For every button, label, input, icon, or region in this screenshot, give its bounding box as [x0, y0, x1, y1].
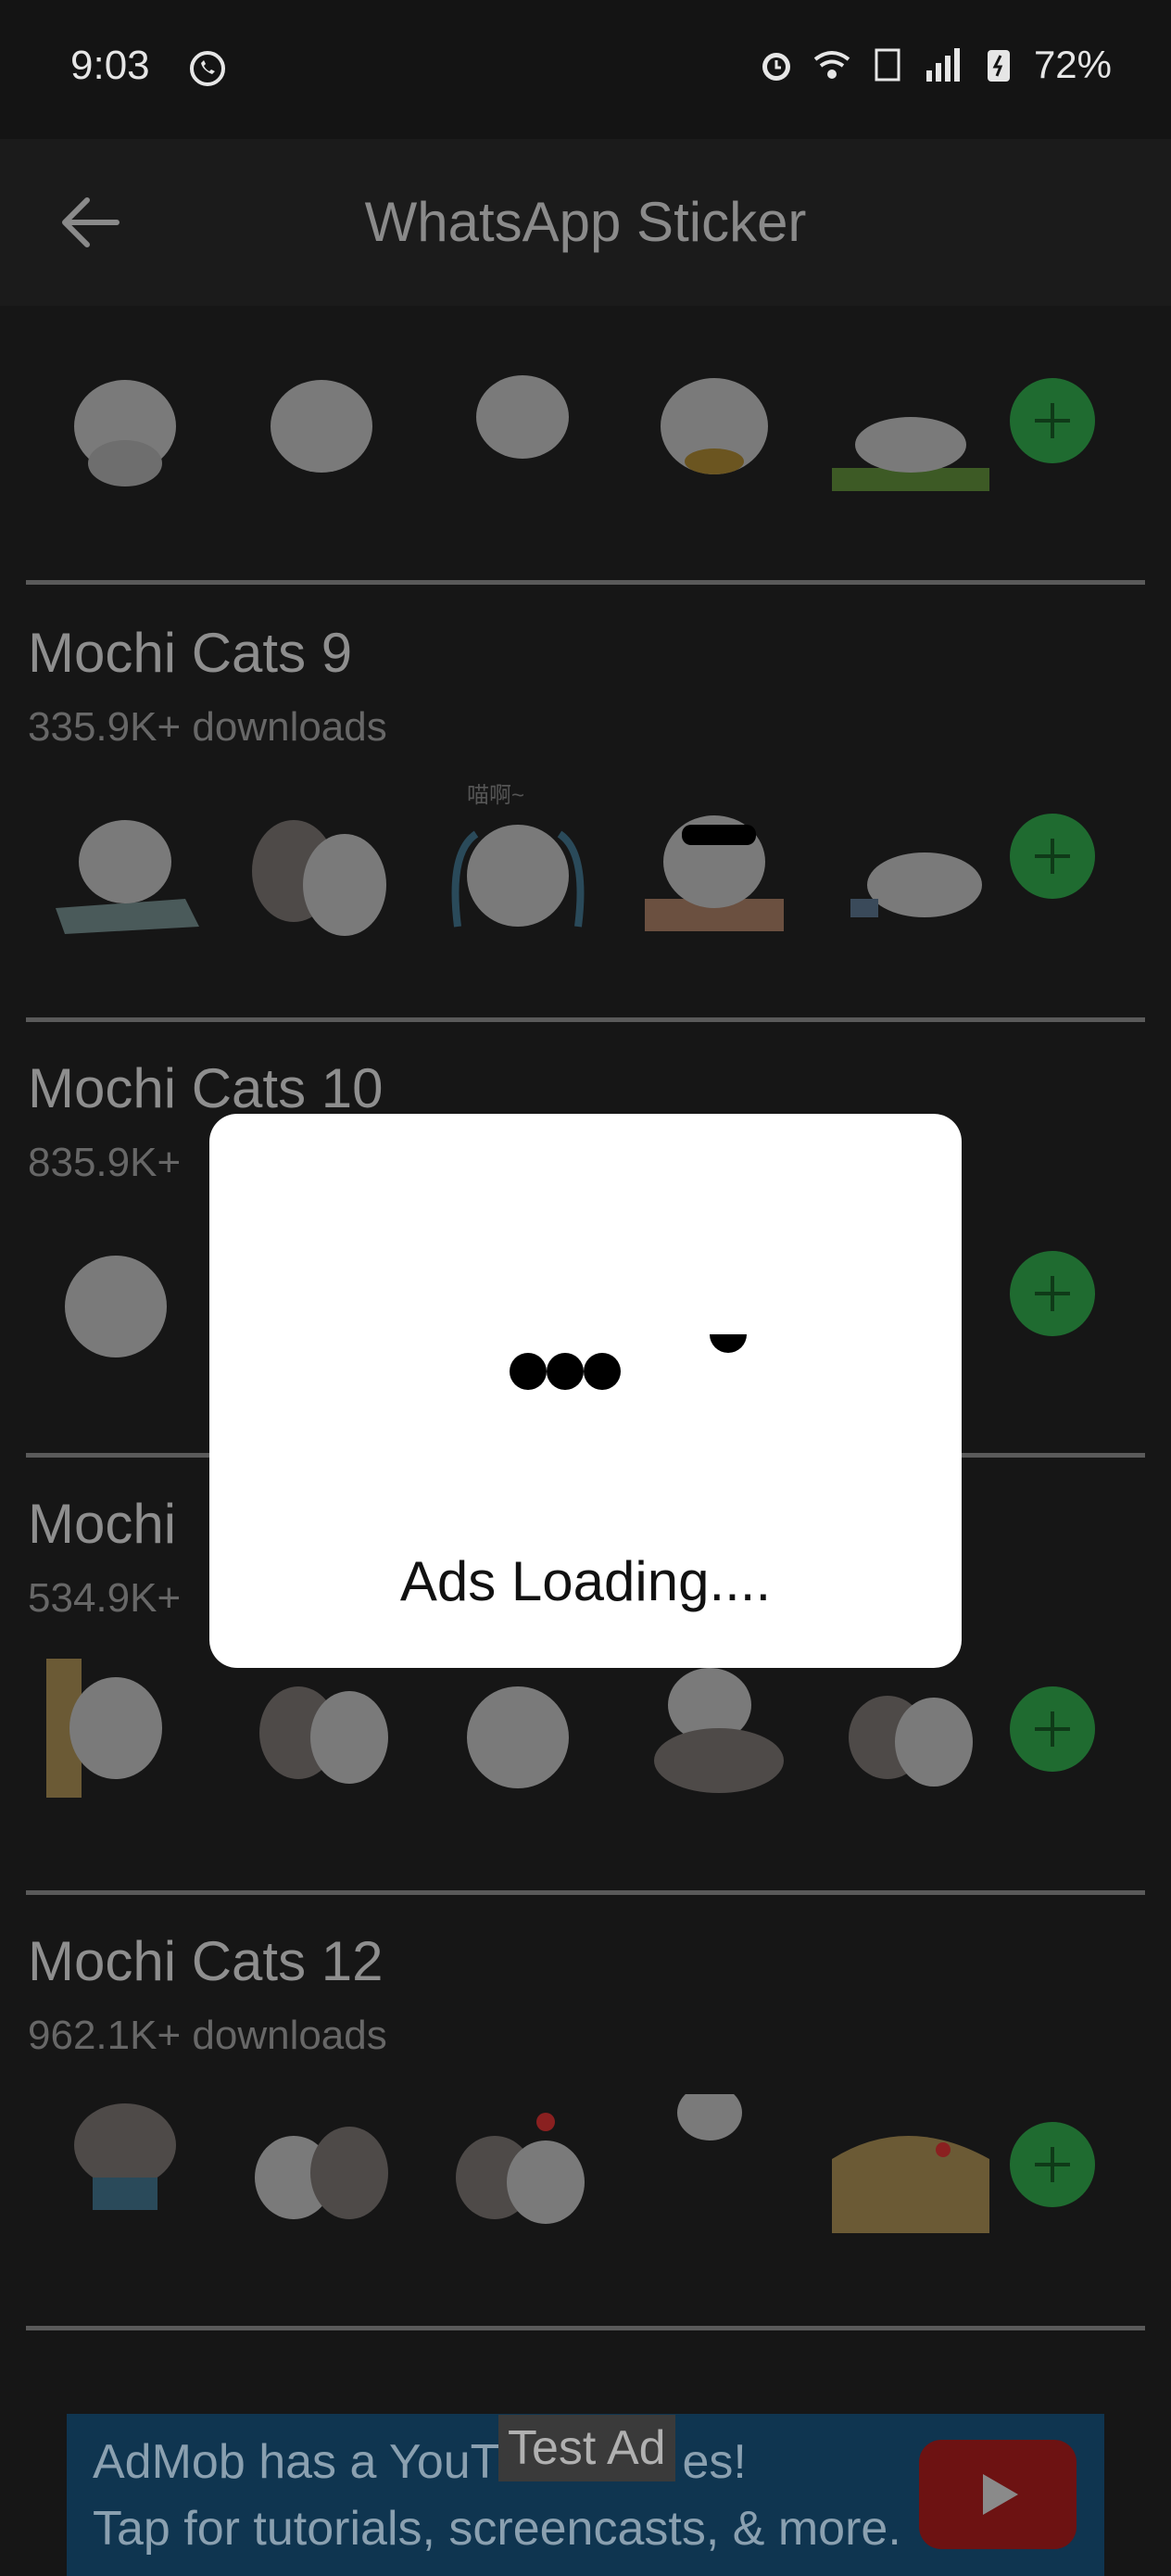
sticker-image: 喵啊~: [439, 783, 597, 936]
sticker-image: [46, 352, 204, 491]
plus-icon: [1035, 1711, 1070, 1747]
signal-icon: [925, 48, 960, 82]
battery-percent: 72%: [1033, 43, 1112, 86]
pack-downloads: 835.9K+: [28, 1140, 182, 1185]
add-pack-button[interactable]: [1010, 1686, 1095, 1772]
sticker-image: [832, 2094, 989, 2233]
wifi-icon: [813, 51, 850, 79]
pack-title: Mochi Cats 9: [28, 622, 353, 684]
add-pack-button[interactable]: [1010, 378, 1095, 463]
sticker-image: [636, 352, 793, 491]
sticker-image: [243, 1659, 400, 1798]
plus-icon: [1035, 1276, 1070, 1311]
sticker-caption: 喵啊~: [467, 783, 525, 808]
sticker-image: [243, 2094, 400, 2233]
sticker-image: [636, 797, 793, 936]
sticker-image: [636, 2085, 793, 2233]
battery-icon: [987, 50, 1010, 82]
sticker-image: [46, 797, 204, 936]
sticker-row: [46, 1232, 204, 1371]
sticker-image: [46, 1659, 204, 1807]
sticker-row: [46, 352, 989, 491]
sticker-image: [636, 1659, 793, 1798]
alarm-icon: [762, 53, 790, 81]
pack-title: Mochi Cats 10: [28, 1057, 384, 1119]
whatsapp-icon: [190, 51, 225, 86]
add-pack-button[interactable]: [1010, 814, 1095, 899]
add-pack-button[interactable]: [1010, 2122, 1095, 2207]
status-time: 9:03: [70, 43, 150, 88]
sticker-image: [832, 352, 989, 491]
status-bar: 9:03 72%: [0, 0, 1171, 139]
youtube-play-button[interactable]: [919, 2440, 1077, 2549]
sticker-image: [243, 352, 400, 491]
sticker-image: [832, 797, 989, 936]
sticker-image: [832, 1659, 989, 1798]
play-icon: [983, 2474, 1018, 2515]
sticker-image: [46, 1232, 204, 1371]
sticker-image: [439, 352, 597, 491]
divider: [26, 1017, 1145, 1022]
plus-icon: [1035, 403, 1070, 438]
sticker-row: 喵啊~: [46, 783, 989, 936]
divider: [26, 2326, 1145, 2330]
sticker-row: [46, 2085, 989, 2233]
plus-icon: [1035, 2147, 1070, 2182]
sticker-image: [46, 2094, 204, 2233]
add-pack-button[interactable]: [1010, 1251, 1095, 1336]
pack-title: Mochi: [28, 1493, 177, 1555]
plus-icon: [1035, 839, 1070, 874]
ads-loading-text: Ads Loading....: [399, 1550, 772, 1612]
pack-downloads: 962.1K+ downloads: [28, 2013, 387, 2058]
ad-description: Tap for tutorials, screencasts, & more.: [93, 2502, 901, 2556]
page-title: WhatsApp Sticker: [364, 191, 807, 253]
pack-downloads: 534.9K+: [28, 1575, 182, 1621]
sticker-image: [439, 1659, 597, 1798]
pack-downloads: 335.9K+ downloads: [28, 704, 387, 750]
loading-dots-icon: [510, 1334, 747, 1390]
sticker-row: [46, 1659, 989, 1807]
volte-icon: [875, 48, 900, 82]
sticker-image: [439, 2094, 597, 2233]
divider: [26, 580, 1145, 585]
sticker-image: [243, 797, 400, 936]
status-icons: 72%: [756, 43, 1112, 87]
ads-loading-dialog: Ads Loading....: [209, 1114, 962, 1668]
pack-title: Mochi Cats 12: [28, 1930, 384, 1992]
divider: [26, 1890, 1145, 1895]
test-ad-label: Test Ad: [498, 2415, 675, 2481]
